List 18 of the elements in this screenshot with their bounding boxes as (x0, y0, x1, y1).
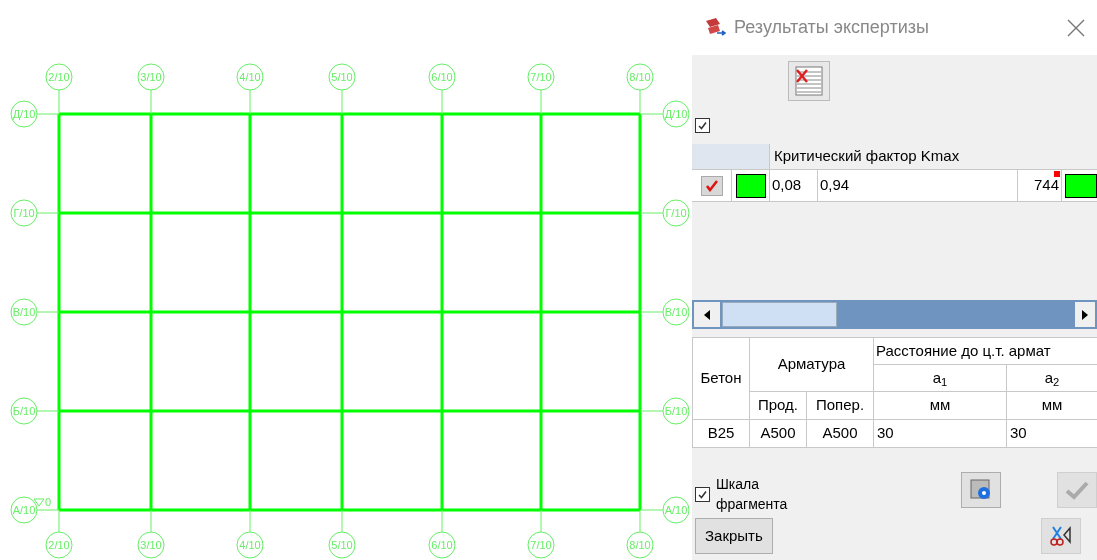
column-header: Бетон (692, 337, 750, 420)
column-header: Арматура (749, 337, 874, 392)
table-cell: 0,08 (770, 170, 818, 201)
window-title: Результаты экспертизы (734, 16, 930, 39)
column-header: мм (873, 391, 1007, 420)
checkbox-label: Шкала фрагмента (716, 475, 789, 514)
close-button[interactable]: Закрыть (695, 518, 773, 554)
column-header: Прод. (749, 391, 807, 420)
column-header: a$_{1}$ (873, 364, 1007, 392)
table-cell: 30 (873, 419, 1007, 448)
table-cell: B25 (692, 419, 750, 448)
table-cell: 0,94 (818, 170, 1018, 201)
column-header: Попер. (806, 391, 874, 420)
table-cell: A500 (749, 419, 807, 448)
table-cell: 744 (1018, 170, 1062, 201)
column-header: Критический фактор Kmax (770, 144, 1097, 169)
table-cell: A500 (806, 419, 874, 448)
column-header: Расстояние до ц.т. армат (873, 337, 1097, 365)
